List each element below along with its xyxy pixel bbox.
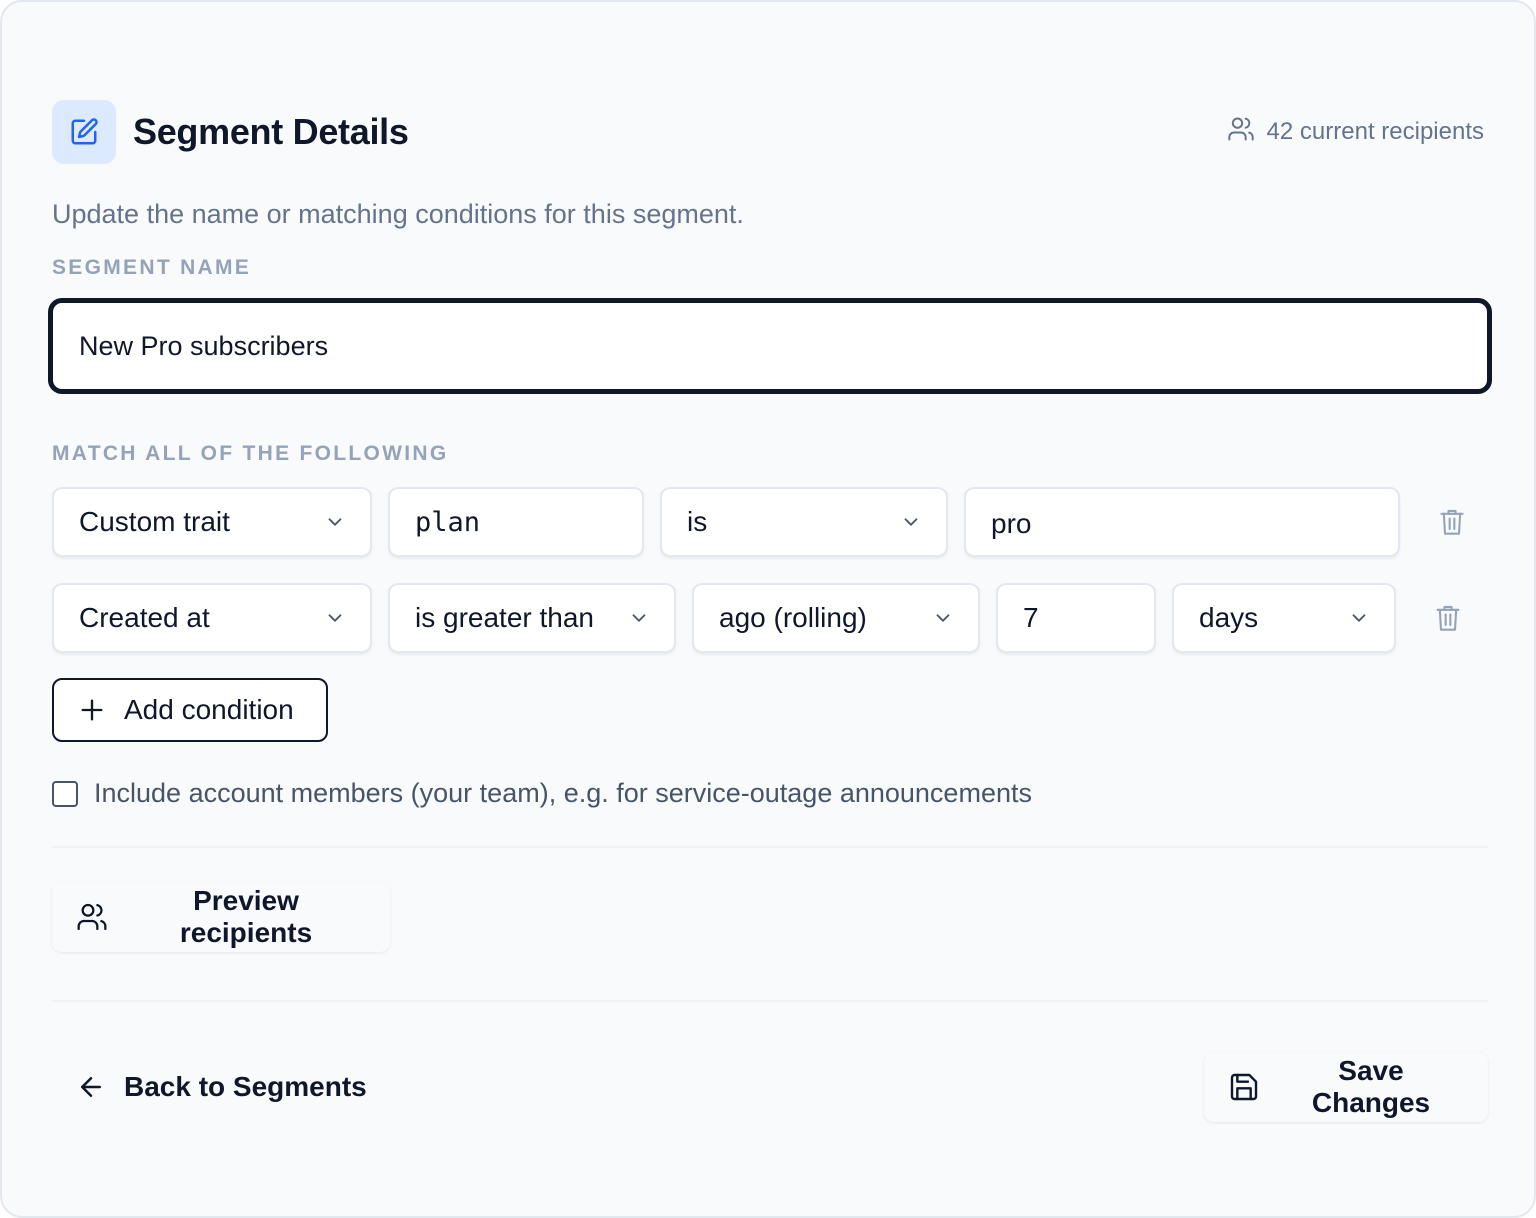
condition-2-field-value: Created at	[79, 602, 210, 633]
add-condition-button[interactable]: Add condition	[52, 678, 328, 742]
save-changes-label: Save Changes	[1311, 1055, 1431, 1118]
include-members-checkbox[interactable]	[52, 780, 78, 807]
conditions-label: MATCH ALL OF THE FOLLOWING	[52, 442, 449, 465]
condition-2-field-select[interactable]: Created at	[52, 583, 372, 653]
condition-2-amount-input[interactable]: 7	[996, 583, 1156, 653]
chevron-down-icon	[628, 607, 650, 629]
save-icon	[1228, 1071, 1260, 1103]
condition-1-operator-value: is	[687, 506, 708, 537]
chevron-down-icon	[324, 511, 346, 533]
segment-name-label: SEGMENT NAME	[52, 256, 252, 279]
condition-2-mode-select[interactable]: ago (rolling)	[692, 583, 980, 653]
users-icon	[1227, 115, 1255, 150]
chevron-down-icon	[932, 607, 954, 629]
add-condition-label: Add condition	[124, 694, 294, 725]
condition-1-trait-key-value: plan	[415, 506, 481, 538]
segment-name-input[interactable]	[48, 298, 1492, 394]
condition-1-field-select[interactable]: Custom trait	[52, 487, 372, 557]
trash-icon[interactable]	[1434, 502, 1470, 542]
chevron-down-icon	[900, 511, 922, 533]
include-members-row[interactable]: Include account members (your team), e.g…	[52, 778, 1032, 809]
page-title: Segment Details	[133, 111, 409, 152]
segment-details-card: Segment Details 42 current recipients Up…	[0, 0, 1536, 1218]
recipients-count: 42 current recipients	[1227, 115, 1484, 150]
preview-recipients-label: Preview recipients	[179, 885, 313, 948]
preview-recipients-button[interactable]: Preview recipients	[52, 882, 390, 952]
plus-icon	[78, 696, 106, 724]
arrow-left-icon	[76, 1072, 106, 1102]
condition-1-value-text: pro	[991, 508, 1032, 539]
condition-2-operator-select[interactable]: is greater than	[388, 583, 676, 653]
divider	[52, 846, 1488, 848]
condition-1-trait-key-input[interactable]: plan	[388, 487, 644, 557]
users-icon	[76, 901, 108, 933]
card-header: Segment Details 42 current recipients	[52, 100, 1484, 164]
back-to-segments-label: Back to Segments	[124, 1071, 367, 1102]
condition-2-mode-value: ago (rolling)	[719, 602, 867, 633]
recipients-count-text: 42 current recipients	[1266, 118, 1484, 145]
condition-2-unit-select[interactable]: days	[1172, 583, 1396, 653]
condition-1-operator-select[interactable]: is	[660, 487, 948, 557]
chevron-down-icon	[324, 607, 346, 629]
condition-1-field-value: Custom trait	[79, 506, 230, 537]
edit-icon	[52, 100, 116, 164]
condition-2-amount-value: 7	[1023, 602, 1039, 633]
condition-2-unit-value: days	[1199, 602, 1259, 633]
include-members-label: Include account members (your team), e.g…	[94, 778, 1032, 808]
save-changes-button[interactable]: Save Changes	[1204, 1052, 1488, 1122]
divider	[52, 1000, 1488, 1002]
condition-1-value-input[interactable]: pro	[964, 487, 1400, 557]
back-to-segments-button[interactable]: Back to Segments	[52, 1052, 391, 1122]
condition-2-operator-value: is greater than	[415, 602, 594, 633]
trash-icon[interactable]	[1430, 598, 1466, 638]
page-subtitle: Update the name or matching conditions f…	[52, 199, 744, 229]
title-wrap: Segment Details	[52, 100, 409, 164]
chevron-down-icon	[1348, 607, 1370, 629]
